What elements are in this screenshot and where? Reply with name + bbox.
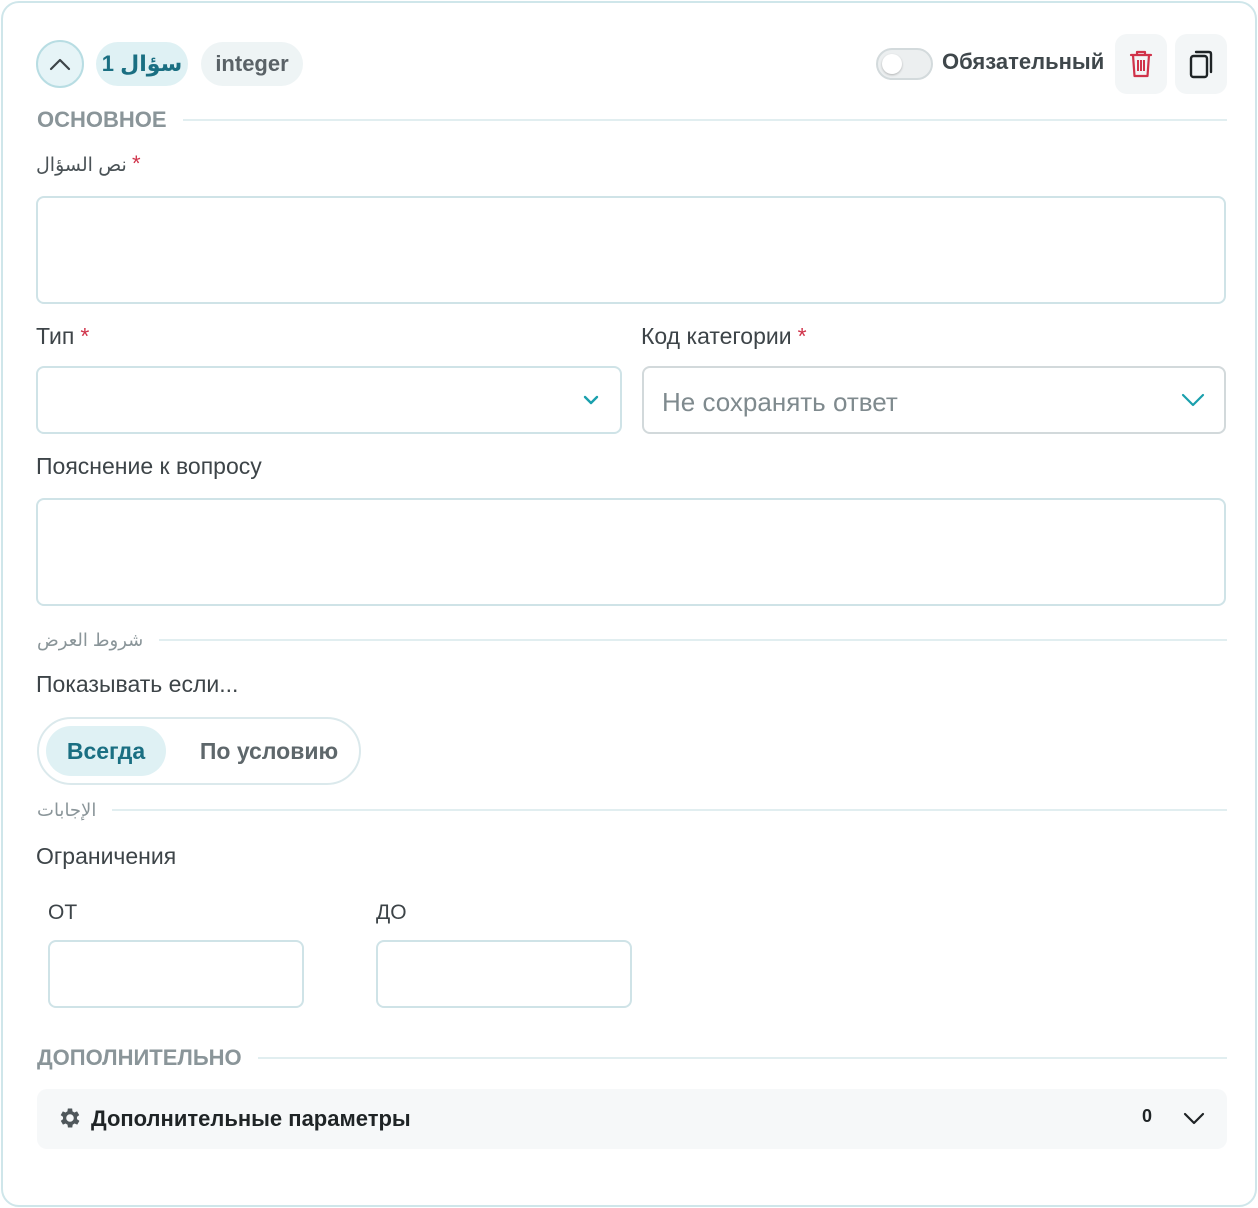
question-text-label: نص السؤال *	[36, 151, 141, 177]
question-card: سؤال 1 integer Обязательный ОСНОВНОЕ نص …	[1, 1, 1257, 1207]
question-type-badge: integer	[201, 42, 303, 86]
option-always[interactable]: Всегда	[46, 726, 166, 776]
label-text: Тип	[36, 323, 75, 349]
required-label: Обязательный	[942, 49, 1105, 74]
delete-button[interactable]	[1115, 34, 1167, 94]
section-additional: ДОПОЛНИТЕЛЬНО	[37, 1045, 1227, 1071]
divider	[112, 809, 1227, 811]
additional-params-row[interactable]: Дополнительные параметры 0	[37, 1089, 1227, 1149]
to-label: ДО	[376, 901, 407, 924]
from-label: ОТ	[48, 901, 78, 924]
duplicate-button[interactable]	[1175, 34, 1227, 94]
copy-icon	[1189, 50, 1213, 79]
question-number-badge: سؤال 1	[96, 42, 188, 86]
limit-from-input[interactable]	[48, 940, 304, 1008]
divider	[159, 639, 1227, 641]
explanation-input[interactable]	[36, 498, 1226, 606]
display-mode-switch: Всегда По условию	[37, 717, 361, 785]
required-star: *	[80, 323, 90, 349]
required-star: *	[132, 151, 141, 176]
required-star: *	[797, 323, 807, 349]
divider	[257, 1057, 1227, 1059]
chevron-up-icon	[49, 58, 71, 71]
limits-label: Ограничения	[36, 843, 177, 869]
toggle-knob	[882, 54, 902, 74]
show-if-label: Показывать если...	[36, 671, 239, 697]
limit-to-input[interactable]	[376, 940, 632, 1008]
chevron-down-icon	[583, 395, 599, 405]
label-text: نص السؤال	[36, 155, 127, 176]
section-title: الإجابات	[37, 799, 97, 820]
additional-params-label: Дополнительные параметры	[91, 1106, 411, 1131]
chevron-down-icon	[1181, 393, 1205, 407]
option-conditional[interactable]: По условию	[184, 726, 354, 776]
category-code-label: Код категории *	[641, 323, 807, 350]
question-text-input[interactable]	[36, 196, 1226, 304]
section-answers: الإجابات	[37, 797, 1227, 823]
gear-icon	[60, 1108, 80, 1128]
section-title: ОСНОВНОЕ	[37, 107, 167, 132]
label-text: Код категории	[641, 323, 792, 349]
additional-params-count: 0	[1142, 1106, 1153, 1126]
section-title: شروط العرض	[37, 629, 144, 650]
section-basic: ОСНОВНОЕ	[37, 107, 1227, 133]
divider	[182, 119, 1227, 121]
required-toggle[interactable]	[876, 48, 933, 80]
explanation-label: Пояснение к вопросу	[36, 453, 262, 479]
type-select[interactable]	[36, 366, 622, 434]
category-code-select[interactable]: Не сохранять ответ	[642, 366, 1226, 434]
trash-icon	[1129, 50, 1153, 78]
section-display-conditions: شروط العرض	[37, 627, 1227, 653]
collapse-button[interactable]	[36, 40, 84, 88]
type-label: Тип *	[36, 323, 89, 350]
section-title: ДОПОЛНИТЕЛЬНО	[37, 1045, 242, 1070]
category-code-value: Не сохранять ответ	[662, 387, 898, 417]
chevron-down-icon[interactable]	[1182, 1111, 1206, 1127]
